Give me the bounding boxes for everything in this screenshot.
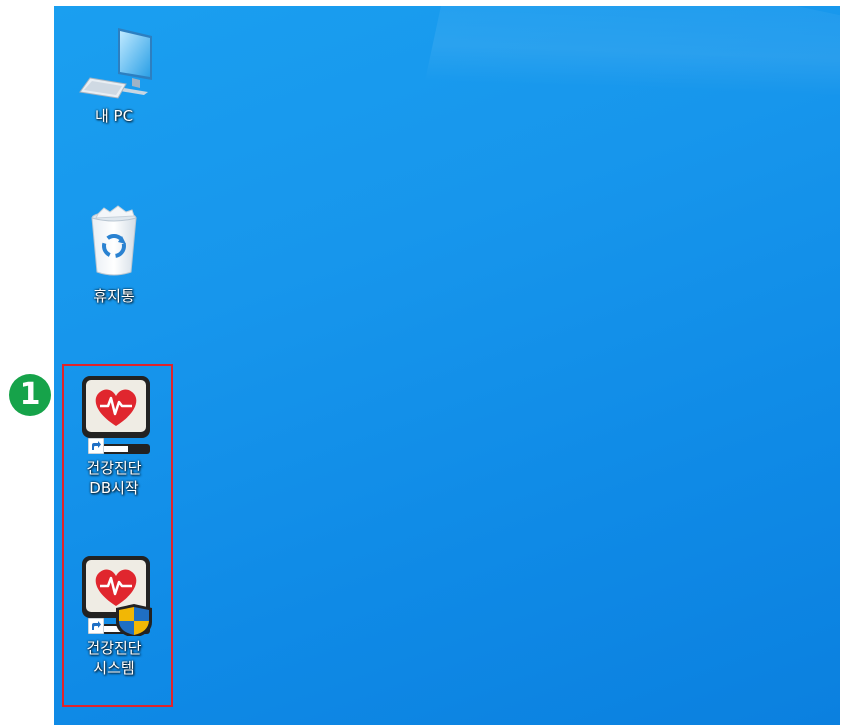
desktop-icon-health-db-start[interactable]: 건강진단 DB시작 bbox=[74, 374, 154, 498]
step-number-badge: 1 bbox=[9, 374, 51, 416]
heart-monitor-icon bbox=[74, 374, 154, 456]
desktop-icon-my-pc[interactable]: 내 PC bbox=[74, 22, 154, 126]
desktop-background: 내 PC 휴지통 건강진단 DB시작 건강진단 시스템 bbox=[54, 6, 840, 725]
recycle-bin-icon bbox=[74, 202, 154, 284]
desktop-icon-recycle-bin[interactable]: 휴지통 bbox=[74, 202, 154, 306]
desktop-icon-health-system[interactable]: 건강진단 시스템 bbox=[74, 554, 154, 678]
desktop-icon-label: 건강진단 DB시작 bbox=[86, 459, 142, 497]
shortcut-arrow-icon bbox=[88, 618, 104, 634]
uac-shield-icon bbox=[116, 604, 152, 638]
shortcut-arrow-icon bbox=[88, 438, 104, 454]
desktop-icon-label: 건강진단 시스템 bbox=[86, 639, 142, 677]
heart-monitor-admin-icon bbox=[74, 554, 154, 638]
desktop-icon-label: 내 PC bbox=[94, 107, 134, 125]
computer-icon bbox=[74, 22, 154, 104]
screenshot-root: 내 PC 휴지통 건강진단 DB시작 건강진단 시스템 1 bbox=[0, 0, 842, 727]
desktop-icon-label: 휴지통 bbox=[93, 287, 135, 305]
